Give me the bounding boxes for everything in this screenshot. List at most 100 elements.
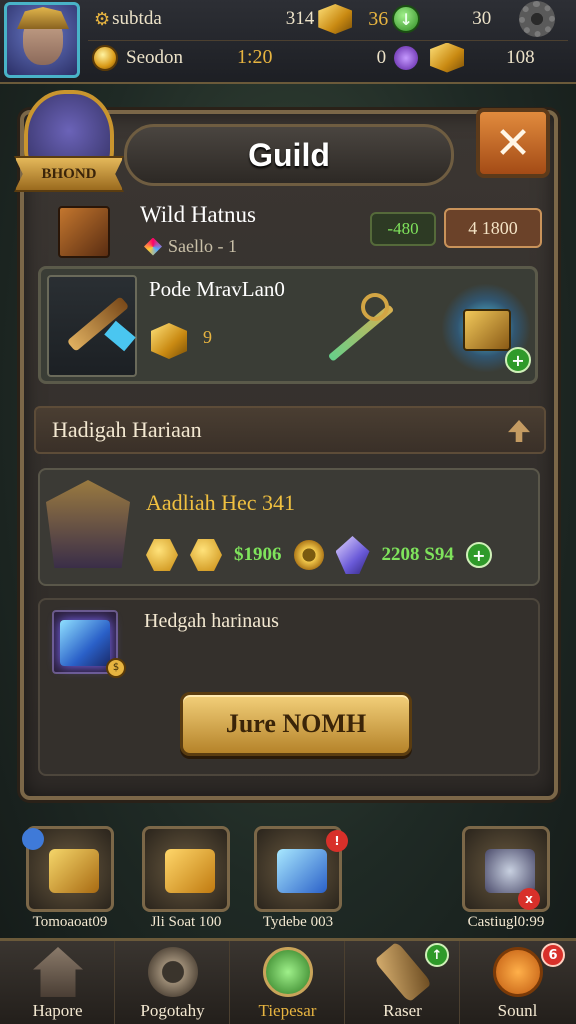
nav-label: Raser (383, 1001, 422, 1020)
daily-reward-row[interactable]: Aadliah Hec 341 $1906 2208 S94 + (38, 468, 540, 586)
avatar-helmet (17, 7, 69, 29)
item-shelf: Tomoaoat09 Jli Soat 100 ! Tydebe 003 x C… (0, 820, 576, 938)
add-daily-icon[interactable]: + (465, 542, 492, 568)
purple-gem-icon (394, 45, 419, 70)
nav-raser[interactable]: ↑ Raser (345, 941, 460, 1024)
pin-icon[interactable] (508, 420, 530, 442)
spiked-shield-icon (485, 849, 535, 893)
hud-row-status: Seodon 1:20 0 108 (88, 40, 568, 74)
hud-sub-label: Seodon (126, 46, 183, 68)
shelf-item-label: Castiugl0:99 (467, 914, 545, 930)
blue-chest-lid (60, 620, 110, 666)
nav-label: Pogotahy (140, 1001, 205, 1020)
weapon-tip-icon (104, 320, 136, 352)
staff-head (361, 293, 389, 321)
panel-title: Guild (248, 136, 330, 173)
blue-chest-icon[interactable]: $ (52, 610, 126, 678)
reward-gold-cube-icon (151, 323, 187, 359)
daily-items: $1906 2208 S94 + (146, 536, 492, 574)
nav-sounl[interactable]: 6 Sounl (460, 941, 575, 1024)
panel-title-bar: Guild (124, 124, 454, 186)
shelf-item-label: Jli Soat 100 (150, 914, 222, 930)
chest-reward-row: $ Hedgah harinaus Jure NOMH (38, 598, 540, 776)
daily-value-b: 2208 S94 (381, 544, 454, 565)
section-heading: Hadigah Hariaan (52, 417, 202, 442)
shelf-item-3[interactable]: ! Tydebe 003 (250, 826, 348, 938)
hud-timer: 1:20 (237, 46, 273, 68)
magic-chest-icon[interactable]: + (441, 283, 531, 373)
guild-info: Wild Hatnus Saello - 1 -480 4 1800 (48, 192, 548, 264)
guild-reward-box: Pode MravLan0 9 + (38, 266, 538, 384)
shelf-item-1[interactable]: Tomoaoat09 (22, 826, 118, 938)
settings-small-icon: ⚙ (94, 8, 111, 30)
player-name: subtda (112, 8, 162, 29)
armor-icon (46, 480, 130, 568)
hex-coin-icon-2 (190, 539, 222, 571)
green-stat-pill: -480 (370, 212, 436, 246)
hud-right-sub-value: 108 (506, 46, 535, 68)
gold-cube-icon-2 (430, 42, 465, 73)
shelf-item-2[interactable]: Jli Soat 100 (138, 826, 234, 938)
notification-badge: 6 (541, 943, 565, 967)
daily-title: Aadliah Hec 341 (146, 490, 296, 515)
guild-sub-info: Saello - 1 (144, 236, 237, 257)
home-icon (33, 947, 83, 997)
gold-ring-icon (293, 540, 324, 570)
add-chest-icon[interactable]: + (505, 347, 531, 373)
shelf-item-label: Tomoaoat09 (32, 914, 108, 930)
nav-label: Hapore (32, 1001, 83, 1020)
daily-value-a: $1906 (234, 544, 282, 565)
ice-chest-icon (277, 849, 327, 893)
chest-title: Hedgah harinaus (144, 610, 279, 632)
blue-gem-badge (22, 828, 44, 850)
guild-sub-text: Saello - 1 (168, 236, 237, 256)
shelf-item-frame (142, 826, 230, 912)
gold-cart-icon (165, 849, 215, 893)
guild-panel: BHOND Guild ✕ Wild Hatnus Saello - 1 -48… (14, 90, 558, 800)
shelf-item-label: Tydebe 003 (262, 914, 334, 930)
nav-tiepesar[interactable]: Tiepesar (230, 941, 345, 1024)
guild-crest-banner: BHOND (14, 156, 124, 192)
crystal-icon (335, 536, 370, 574)
close-button[interactable]: ✕ (476, 108, 550, 178)
staff-icon (311, 289, 401, 369)
claim-button[interactable]: Jure NOMH (180, 692, 412, 756)
gold-chest-icon (49, 849, 99, 893)
nav-pogotahy[interactable]: Pogotahy (115, 941, 230, 1024)
nav-label: Sounl (497, 1001, 538, 1020)
weapon-slot[interactable] (47, 275, 137, 377)
brown-stat-pill[interactable]: 4 1800 (444, 208, 542, 248)
guild-chest-icon (58, 206, 110, 258)
player-avatar[interactable] (4, 2, 80, 78)
hud-right-value: 30 (472, 8, 492, 29)
chest-coin-badge: $ (106, 658, 126, 678)
gold-cube-icon (318, 4, 353, 34)
reward-title: Pode MravLan0 (149, 277, 285, 301)
gold-amount: 314 (285, 8, 315, 29)
close-icon: ✕ (494, 117, 532, 169)
green-shield-icon (263, 947, 313, 997)
hud-row-resources: ⚙ subtda 314 36 ↓ 30 (88, 1, 568, 37)
add-gem-icon[interactable]: ↓ (392, 5, 421, 33)
guild-name: Wild Hatnus (140, 202, 256, 227)
timer-coin-icon (92, 44, 118, 71)
orange-orb-icon (493, 947, 543, 997)
settings-gear-icon[interactable] (519, 1, 556, 37)
shelf-item-4[interactable]: x Castiugl0:99 (458, 826, 554, 938)
gem-amount: 36 (368, 7, 389, 30)
alert-badge: ! (326, 830, 348, 852)
club-icon (373, 941, 433, 1003)
nav-home[interactable]: Hapore (0, 941, 115, 1024)
bottom-nav: Hapore Pogotahy Tiepesar ↑ Raser 6 Sounl (0, 938, 576, 1024)
spiral-icon (148, 947, 198, 997)
claim-button-label: Jure NOMH (225, 709, 367, 738)
top-hud: ⚙ subtda 314 36 ↓ 30 Seodon 1:20 0 108 (0, 0, 576, 84)
reward-quantity: 9 (203, 327, 212, 347)
nav-label: Tiepesar (258, 1001, 317, 1020)
remove-badge[interactable]: x (518, 888, 540, 910)
rank-gem-icon (144, 237, 162, 256)
magic-chest-box (463, 309, 511, 351)
upgrade-badge: ↑ (425, 943, 449, 967)
purple-amount: 0 (376, 46, 387, 68)
hex-coin-icon (146, 539, 178, 571)
